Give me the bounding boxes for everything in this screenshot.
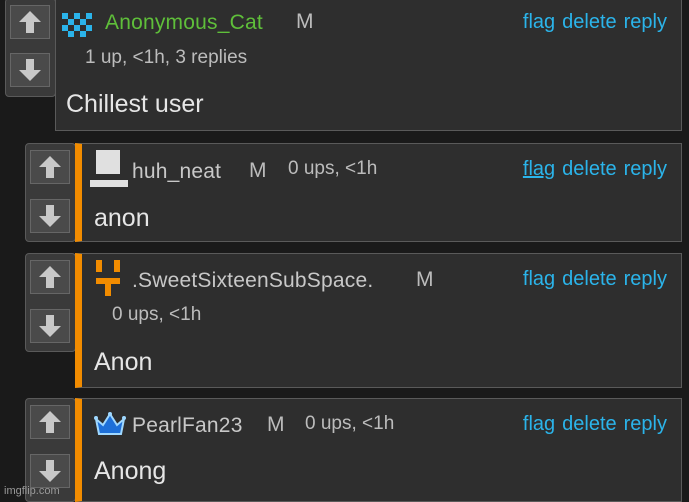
comment-card: PearlFan23 M 0 ups, <1h flag delete reply … [75,398,682,502]
watermark: imgflip.com [4,485,60,497]
mod-badge: M [296,10,314,33]
downvote-button[interactable] [30,454,70,488]
username-link[interactable]: PearlFan23 [132,414,243,438]
comment-body: Anon [94,348,153,376]
flag-link[interactable]: flag [523,413,555,435]
vote-column [25,143,76,242]
flag-link[interactable]: flag [523,158,555,180]
upvote-button[interactable] [30,260,70,294]
crown-pixel-avatar-icon [94,412,126,435]
reply-link[interactable]: reply [624,158,667,180]
comment-actions: flag delete reply [516,158,667,181]
username-link[interactable]: Anonymous_Cat [105,11,263,35]
computer-pixel-avatar-icon [90,150,128,187]
arrow-up-icon [39,156,61,178]
upvote-button[interactable] [30,150,70,184]
comment-card: .SweetSixteenSubSpace. M 0 ups, <1h flag… [75,253,682,388]
comment-card: huh_neat M 0 ups, <1h flag delete reply an… [75,143,682,242]
delete-link[interactable]: delete [562,413,617,435]
vote-column [25,253,76,352]
upvote-button[interactable] [30,405,70,439]
orange-face-pixel-avatar-icon [96,260,120,296]
comment-body: Anong [94,457,167,485]
arrow-down-icon [39,460,61,482]
mod-badge: M [249,159,267,182]
comment-meta: 0 ups, <1h [288,158,378,179]
downvote-button[interactable] [10,53,50,87]
downvote-button[interactable] [30,309,70,343]
flag-link[interactable]: flag [523,11,555,33]
arrow-up-icon [19,11,41,33]
username-link[interactable]: huh_neat [132,160,221,184]
reply-link[interactable]: reply [624,413,667,435]
cat-pixel-avatar-icon [62,13,92,37]
flag-link[interactable]: flag [523,268,555,290]
comment-body: anon [94,204,150,232]
comment-actions: flag delete reply [516,413,667,436]
comment-body: Chillest user [66,90,204,118]
mod-badge: M [267,413,285,436]
comment-actions: flag delete reply [516,11,667,34]
comment-meta: 0 ups, <1h [305,413,395,434]
arrow-down-icon [39,315,61,337]
delete-link[interactable]: delete [562,158,617,180]
arrow-up-icon [39,266,61,288]
username-link[interactable]: .SweetSixteenSubSpace. [132,269,373,293]
downvote-button[interactable] [30,199,70,233]
mod-badge: M [416,268,434,291]
vote-column [5,0,56,97]
comment-actions: flag delete reply [516,268,667,291]
delete-link[interactable]: delete [562,11,617,33]
delete-link[interactable]: delete [562,268,617,290]
arrow-up-icon [39,411,61,433]
reply-link[interactable]: reply [624,11,667,33]
upvote-button[interactable] [10,5,50,39]
comment-card: Anonymous_Cat M 1 up, <1h, 3 replies fla… [55,0,682,131]
arrow-down-icon [39,205,61,227]
comment-meta: 1 up, <1h, 3 replies [85,47,248,68]
comment-meta: 0 ups, <1h [112,304,202,325]
reply-link[interactable]: reply [624,268,667,290]
arrow-down-icon [19,59,41,81]
